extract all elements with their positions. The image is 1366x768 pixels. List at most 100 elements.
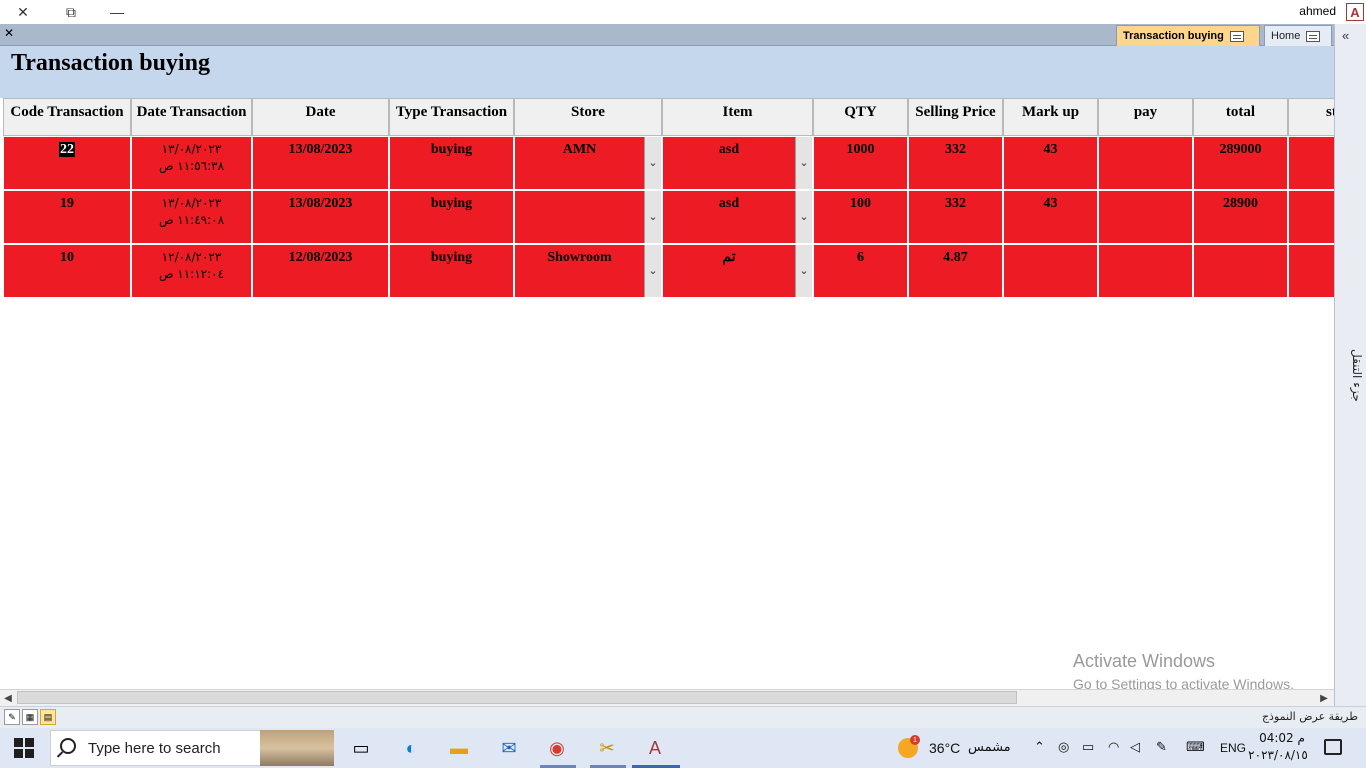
cell-selling-price[interactable]: 332 [908, 136, 1003, 190]
cell-code[interactable]: 22 [3, 136, 131, 190]
cell-date-transaction[interactable]: ١٣/٠٨/٢٠٢٣ ١١:٤٩:٠٨ ص [131, 190, 252, 244]
datasheet-view-icon[interactable]: ✎ [4, 709, 20, 725]
pen-icon[interactable]: ✎ [1156, 739, 1167, 755]
nav-pane-label[interactable]: جزء التنقل [1336, 330, 1364, 420]
cell-status[interactable] [1288, 136, 1334, 190]
cell-store-combo[interactable]: AMN ⌄ [514, 136, 662, 190]
chrome-icon[interactable]: ◉ [542, 734, 572, 762]
access-app-icon[interactable]: A [640, 734, 670, 762]
column-header-code-transaction[interactable]: Code Transaction [3, 98, 131, 136]
chevron-down-icon[interactable]: ⌄ [795, 191, 812, 243]
tab-home[interactable]: Home [1264, 25, 1332, 46]
snipping-tool-icon[interactable]: ✂ [592, 734, 622, 762]
column-header-pay[interactable]: pay [1098, 98, 1193, 136]
clock-date[interactable]: ٢٠٢٣/٠٨/١٥ [1244, 748, 1312, 762]
user-name[interactable]: ahmed [1299, 4, 1336, 18]
column-header-mark-up[interactable]: Mark up [1003, 98, 1098, 136]
cell-pay[interactable] [1098, 136, 1193, 190]
table-row[interactable]: 10 ١٢/٠٨/٢٠٢٣ ١١:١٢:٠٤ ص 12/08/2023 buyi… [3, 244, 1334, 298]
column-header-item[interactable]: Item [662, 98, 813, 136]
cell-status[interactable] [1288, 190, 1334, 244]
activate-windows-title: Activate Windows [1073, 651, 1216, 671]
edge-browser-icon[interactable]: ◐ [396, 734, 426, 762]
meet-now-icon[interactable]: ◎ [1058, 739, 1069, 755]
cell-store-combo[interactable]: Showroom ⌄ [514, 244, 662, 298]
cell-selling-price[interactable]: 332 [908, 190, 1003, 244]
column-header-date[interactable]: Date [252, 98, 389, 136]
chevron-down-icon[interactable]: ⌄ [795, 137, 812, 189]
touch-keyboard-icon[interactable]: ⌨ [1186, 739, 1205, 755]
cell-markup[interactable]: 43 [1003, 190, 1098, 244]
weather-temperature[interactable]: 36°C [929, 740, 960, 756]
restore-window-button[interactable]: ⧉ [48, 0, 94, 24]
cell-date[interactable]: 13/08/2023 [252, 136, 389, 190]
close-window-button[interactable]: ✕ [0, 0, 46, 24]
cell-date-transaction[interactable]: ١٣/٠٨/٢٠٢٣ ١١:٥٦:٣٨ ص [131, 136, 252, 190]
cell-item-combo[interactable]: تم ⌄ [662, 244, 813, 298]
column-header-date-transaction[interactable]: Date Transaction [131, 98, 252, 136]
chevron-down-icon[interactable]: ⌄ [644, 191, 661, 243]
scrollbar-thumb[interactable] [17, 691, 1017, 704]
cell-type[interactable]: buying [389, 136, 514, 190]
column-header-status[interactable]: st [1288, 98, 1334, 136]
cell-store-value: AMN [562, 142, 597, 157]
windows-start-icon[interactable] [14, 738, 34, 758]
cell-date-line1: ١٢/٠٨/٢٠٢٣ [161, 250, 222, 264]
cell-type[interactable]: buying [389, 244, 514, 298]
cell-date[interactable]: 12/08/2023 [252, 244, 389, 298]
weather-badge: 1 [910, 735, 920, 745]
cell-item-combo[interactable]: asd ⌄ [662, 190, 813, 244]
search-highlight-image[interactable] [260, 730, 334, 766]
task-view-icon[interactable]: ▭ [346, 734, 376, 762]
cell-date[interactable]: 13/08/2023 [252, 190, 389, 244]
cell-status[interactable] [1288, 244, 1334, 298]
cell-markup[interactable]: 43 [1003, 136, 1098, 190]
expand-nav-pane-icon[interactable]: « [1342, 28, 1349, 43]
column-header-qty[interactable]: QTY [813, 98, 908, 136]
table-row[interactable]: 22 ١٣/٠٨/٢٠٢٣ ١١:٥٦:٣٨ ص 13/08/2023 buyi… [3, 136, 1334, 190]
chevron-down-icon[interactable]: ⌄ [795, 245, 812, 297]
cell-pay[interactable] [1098, 244, 1193, 298]
chevron-down-icon[interactable]: ⌄ [644, 137, 661, 189]
weather-condition[interactable]: مشمس [968, 740, 1011, 755]
cell-qty[interactable]: 1000 [813, 136, 908, 190]
mail-icon[interactable]: ✉ [494, 734, 524, 762]
scroll-right-icon[interactable]: ▶ [1316, 690, 1332, 706]
column-header-type-transaction[interactable]: Type Transaction [389, 98, 514, 136]
file-explorer-icon[interactable]: ▬ [444, 734, 474, 762]
cell-pay[interactable] [1098, 190, 1193, 244]
chevron-down-icon[interactable]: ⌄ [644, 245, 661, 297]
scroll-left-icon[interactable]: ◀ [0, 690, 16, 706]
form-icon [1229, 30, 1244, 42]
cell-selling-price[interactable]: 4.87 [908, 244, 1003, 298]
cell-code[interactable]: 19 [3, 190, 131, 244]
form-view-icon[interactable]: ▤ [40, 709, 56, 725]
cell-code[interactable]: 10 [3, 244, 131, 298]
cell-store-combo[interactable]: ⌄ [514, 190, 662, 244]
clock-time[interactable]: م 04:02 [1258, 731, 1306, 745]
show-hidden-icons-icon[interactable]: ⌃ [1034, 739, 1045, 755]
cell-qty[interactable]: 100 [813, 190, 908, 244]
cell-markup[interactable] [1003, 244, 1098, 298]
column-header-total[interactable]: total [1193, 98, 1288, 136]
cell-type[interactable]: buying [389, 190, 514, 244]
cell-item-combo[interactable]: asd ⌄ [662, 136, 813, 190]
cell-total[interactable]: 289000 [1193, 136, 1288, 190]
layout-view-icon[interactable]: ▦ [22, 709, 38, 725]
tab-transaction-buying[interactable]: Transaction buying [1116, 25, 1260, 46]
tab-label: Transaction buying [1123, 30, 1224, 42]
cell-date-transaction[interactable]: ١٢/٠٨/٢٠٢٣ ١١:١٢:٠٤ ص [131, 244, 252, 298]
battery-icon[interactable]: ▭ [1082, 739, 1094, 755]
notification-center-icon[interactable] [1324, 739, 1342, 755]
volume-icon[interactable]: ◁ [1130, 739, 1140, 755]
language-indicator[interactable]: ENG [1220, 741, 1246, 755]
cell-qty[interactable]: 6 [813, 244, 908, 298]
column-header-store[interactable]: Store [514, 98, 662, 136]
column-header-selling-price[interactable]: Selling Price [908, 98, 1003, 136]
cell-total[interactable]: 28900 [1193, 190, 1288, 244]
table-row[interactable]: 19 ١٣/٠٨/٢٠٢٣ ١١:٤٩:٠٨ ص 13/08/2023 buyi… [3, 190, 1334, 244]
wifi-icon[interactable]: ◠ [1108, 739, 1119, 755]
minimize-window-button[interactable]: — [94, 0, 140, 24]
close-document-button[interactable]: ✕ [4, 26, 14, 40]
cell-total[interactable] [1193, 244, 1288, 298]
